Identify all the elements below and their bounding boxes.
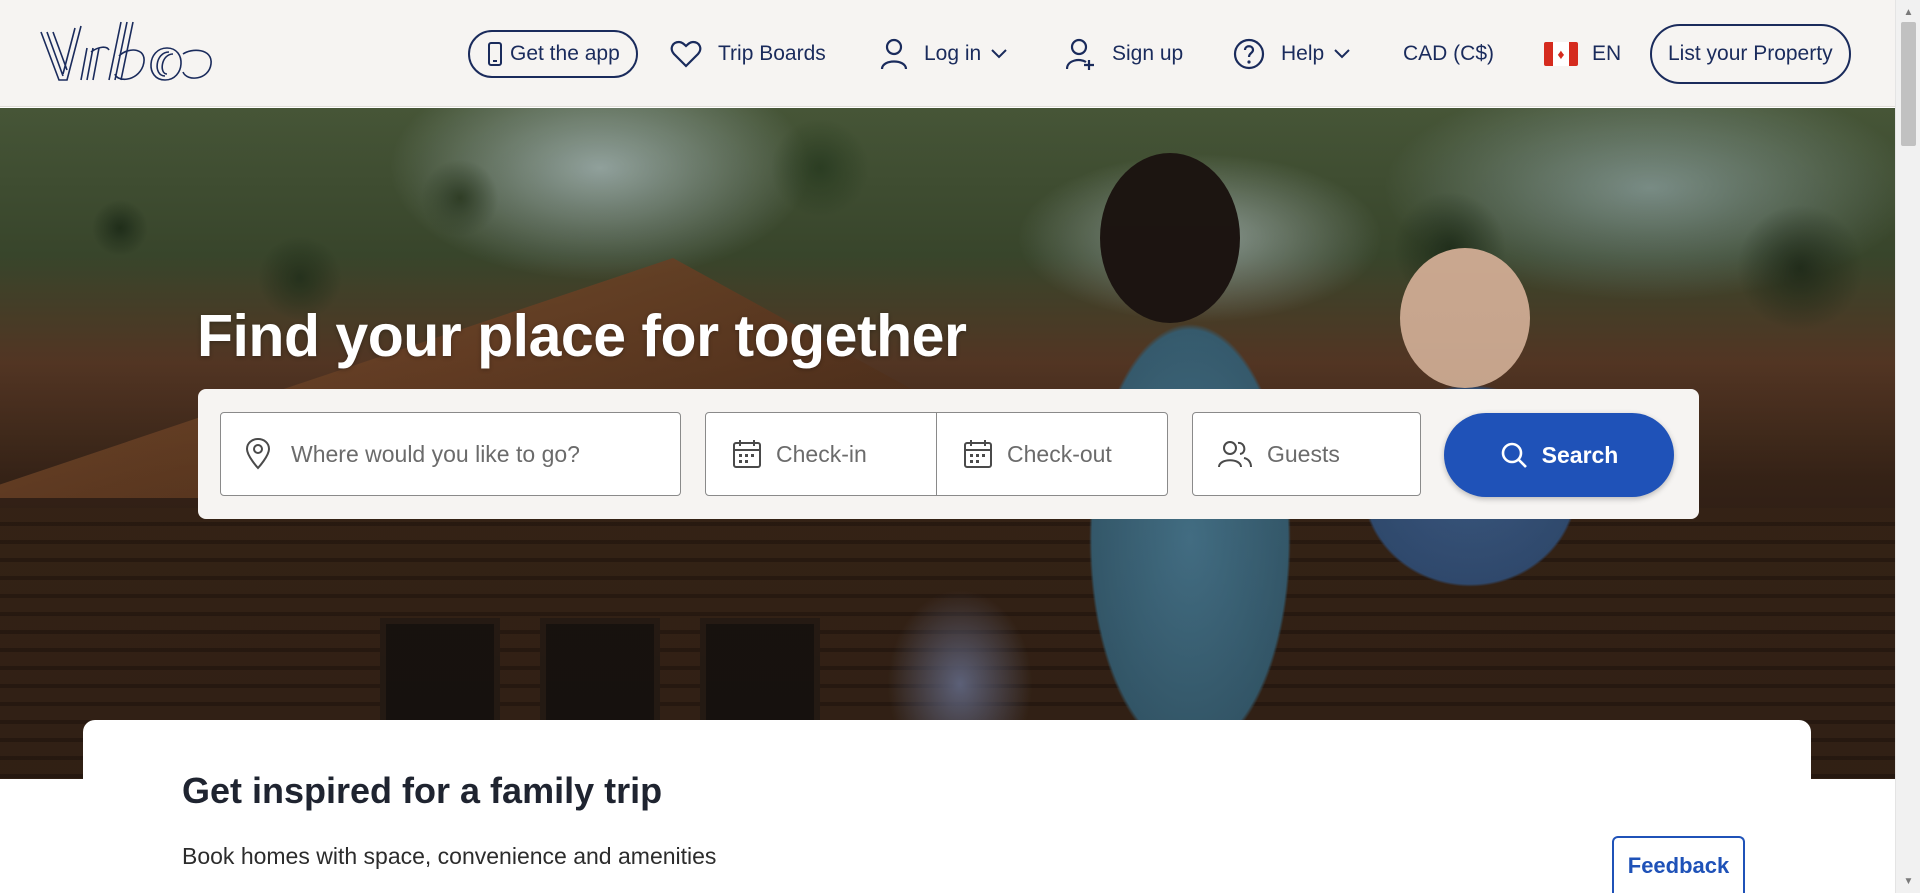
- list-property-label: List your Property: [1668, 42, 1833, 65]
- hero-headline: Find your place for together: [197, 303, 967, 369]
- help-label: Help: [1281, 42, 1325, 65]
- log-in-label: Log in: [924, 42, 982, 65]
- scrollbar-thumb[interactable]: [1901, 22, 1916, 146]
- search-icon: [1501, 442, 1527, 468]
- feedback-label: Feedback: [1627, 852, 1730, 878]
- chevron-down-icon: [1334, 49, 1350, 59]
- calendar-icon: [733, 440, 761, 468]
- trip-boards-link[interactable]: Trip Boards: [670, 28, 826, 80]
- map-pin-icon: [245, 438, 271, 470]
- guests-field[interactable]: Guests: [1192, 412, 1421, 496]
- chevron-down-icon: [991, 49, 1007, 59]
- user-plus-icon: [1066, 38, 1094, 70]
- check-out-placeholder: Check-out: [1007, 440, 1112, 467]
- currency-selector[interactable]: CAD (C$): [1403, 28, 1494, 80]
- guests-placeholder: Guests: [1267, 440, 1340, 467]
- search-form: Where would you like to go? Check-in Che…: [198, 389, 1699, 519]
- canada-flag-icon: ♦: [1544, 42, 1578, 66]
- search-button[interactable]: Search: [1444, 413, 1674, 497]
- search-button-label: Search: [1541, 441, 1619, 468]
- page-scrollbar[interactable]: ▲ ▼: [1895, 0, 1920, 893]
- heart-icon: [670, 40, 702, 68]
- sign-up-link[interactable]: Sign up: [1066, 28, 1183, 80]
- destination-input[interactable]: Where would you like to go?: [220, 412, 681, 496]
- check-out-field[interactable]: Check-out: [936, 412, 1168, 496]
- feedback-button[interactable]: Feedback: [1612, 836, 1745, 893]
- get-the-app-button[interactable]: Get the app: [468, 30, 638, 78]
- check-in-field[interactable]: Check-in: [705, 412, 937, 496]
- section-title: Get inspired for a family trip: [182, 770, 663, 811]
- calendar-icon: [964, 440, 992, 468]
- sign-up-label: Sign up: [1112, 42, 1184, 65]
- question-circle-icon: [1233, 38, 1265, 70]
- destination-placeholder: Where would you like to go?: [291, 440, 580, 467]
- users-icon: [1218, 441, 1252, 468]
- section-subtitle: Book homes with space, convenience and a…: [182, 843, 717, 869]
- phone-icon: [488, 42, 502, 66]
- vrbo-logo[interactable]: [37, 18, 219, 84]
- currency-label: CAD (C$): [1403, 42, 1495, 65]
- language-selector[interactable]: ♦ EN: [1544, 28, 1621, 80]
- list-your-property-button[interactable]: List your Property: [1650, 24, 1851, 84]
- check-in-placeholder: Check-in: [776, 440, 867, 467]
- user-icon: [880, 38, 908, 70]
- scroll-down-arrow-icon[interactable]: ▼: [1896, 871, 1920, 891]
- get-the-app-label: Get the app: [510, 42, 620, 65]
- scroll-up-arrow-icon[interactable]: ▲: [1896, 2, 1920, 22]
- site-header: Get the app Trip Boards Log in Sign up H…: [0, 0, 1895, 107]
- log-in-menu[interactable]: Log in: [880, 28, 1007, 80]
- help-menu[interactable]: Help: [1233, 28, 1350, 80]
- trip-boards-label: Trip Boards: [718, 42, 826, 65]
- language-label: EN: [1592, 42, 1622, 65]
